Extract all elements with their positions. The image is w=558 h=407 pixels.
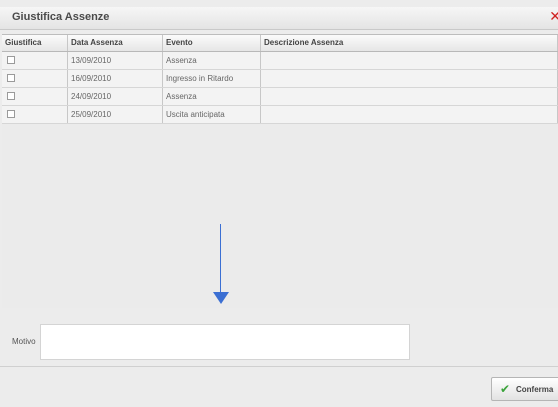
absence-description[interactable] [261,106,558,123]
header-giustifica[interactable]: Giustifica [2,35,68,51]
motivo-field[interactable] [40,324,410,360]
absence-date: 13/09/2010 [68,52,163,69]
absence-event: Ingresso in Ritardo [163,70,261,87]
absence-description[interactable] [261,52,558,69]
footer-divider [0,366,558,367]
table-header: Giustifica Data Assenza Evento Descrizio… [2,35,558,52]
header-evento[interactable]: Evento [163,35,261,51]
justify-checkbox[interactable] [7,56,15,64]
absence-description[interactable] [261,70,558,87]
annotation-arrow-line [220,224,221,292]
absence-description[interactable] [261,88,558,105]
justify-cell [2,106,68,123]
table-row[interactable]: 24/09/2010 Assenza [2,88,558,106]
justify-cell [2,52,68,69]
confirm-button-label: Conferma [516,385,554,394]
check-icon: ✔ [500,382,511,396]
absence-event: Assenza [163,52,261,69]
table-row[interactable]: 25/09/2010 Uscita anticipata [2,106,558,124]
absence-date: 24/09/2010 [68,88,163,105]
header-descrizione[interactable]: Descrizione Assenza [261,35,558,51]
motivo-label: Motivo [12,337,36,346]
absences-table: Giustifica Data Assenza Evento Descrizio… [2,34,558,308]
annotation-arrow-head [213,292,229,304]
justify-checkbox[interactable] [7,74,15,82]
dialog-titlebar: Giustifica Assenze ✕ [0,7,558,30]
table-row[interactable]: 16/09/2010 Ingresso in Ritardo [2,70,558,88]
absence-date: 16/09/2010 [68,70,163,87]
dialog-title: Giustifica Assenze [12,11,110,23]
absence-event: Assenza [163,88,261,105]
header-data-assenza[interactable]: Data Assenza [68,35,163,51]
absence-date: 25/09/2010 [68,106,163,123]
justify-checkbox[interactable] [7,110,15,118]
absence-event: Uscita anticipata [163,106,261,123]
table-row[interactable]: 13/09/2010 Assenza [2,52,558,70]
justify-checkbox[interactable] [7,92,15,100]
justify-cell [2,88,68,105]
justify-absences-dialog: Giustifica Assenze ✕ Giustifica Data Ass… [0,0,558,407]
justify-cell [2,70,68,87]
close-icon[interactable]: ✕ [549,8,558,25]
confirm-button[interactable]: ✔ Conferma [491,377,558,401]
